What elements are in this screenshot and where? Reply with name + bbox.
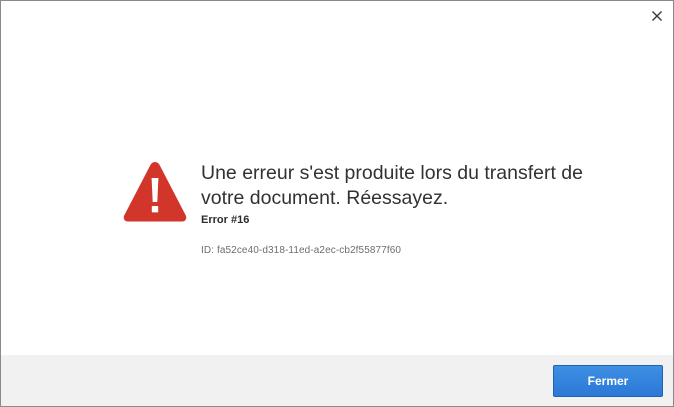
close-icon: [652, 11, 662, 21]
dialog-footer: Fermer: [1, 355, 673, 406]
close-button[interactable]: [647, 6, 667, 26]
error-code: Error #16: [201, 214, 250, 226]
error-dialog: Une erreur s'est produite lors du transf…: [0, 0, 674, 407]
error-id: ID: fa52ce40-d318-11ed-a2ec-cb2f55877f60: [201, 245, 402, 256]
error-content: Une erreur s'est produite lors du transf…: [122, 159, 642, 269]
warning-triangle-icon: [123, 162, 187, 222]
error-text-block: Une erreur s'est produite lors du transf…: [201, 161, 631, 256]
close-dialog-button[interactable]: Fermer: [553, 365, 663, 397]
error-message: Une erreur s'est produite lors du transf…: [201, 162, 583, 209]
